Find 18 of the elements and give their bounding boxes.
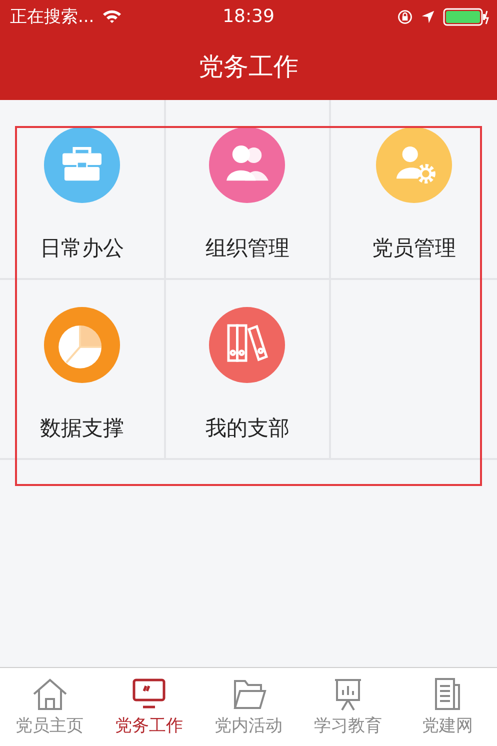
carrier-text: 正在搜索... bbox=[10, 6, 94, 28]
user-gear-icon[interactable] bbox=[375, 126, 454, 204]
tab-item[interactable]: 党务工作 bbox=[99, 668, 199, 746]
people-icon[interactable] bbox=[208, 126, 286, 204]
binders-icon[interactable] bbox=[208, 306, 286, 384]
menu-label[interactable]: 党员管理 bbox=[372, 234, 456, 262]
menu-label[interactable]: 组织管理 bbox=[205, 234, 290, 262]
wifi-icon bbox=[102, 9, 122, 24]
pie-chart-icon[interactable] bbox=[42, 306, 121, 384]
battery-icon bbox=[443, 8, 489, 26]
menu-label[interactable]: 我的支部 bbox=[205, 414, 290, 442]
menu-label[interactable]: 数据支撑 bbox=[40, 414, 124, 442]
menu-label[interactable]: 日常办公 bbox=[40, 234, 124, 262]
clock-text: 18:39 bbox=[222, 6, 274, 27]
rotation-lock-icon bbox=[397, 8, 413, 24]
location-icon bbox=[421, 10, 435, 24]
briefcase-icon[interactable] bbox=[42, 126, 121, 204]
page-title: 党务工作 bbox=[198, 51, 298, 83]
